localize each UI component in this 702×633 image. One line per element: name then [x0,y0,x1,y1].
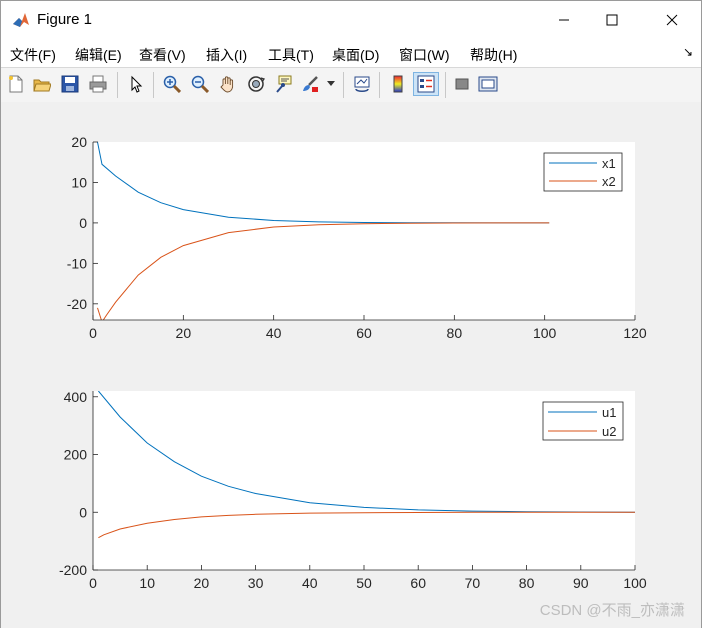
figure-window: Figure 1 文件(F) 编辑(E) 查看(V) 插入(I) 工具(T) 桌… [0,0,702,628]
x-tick-label: 40 [266,325,282,341]
x-tick-label: 100 [533,325,557,341]
x-tick-label: 20 [176,325,192,341]
y-tick-label: 0 [79,215,87,231]
window-title: Figure 1 [37,11,93,28]
menu-bar: 文件(F) 编辑(E) 查看(V) 插入(I) 工具(T) 桌面(D) 窗口(W… [1,39,701,67]
menu-help[interactable]: 帮助(H) [470,45,517,65]
brush-dropdown-icon[interactable] [325,73,337,95]
menu-view[interactable]: 查看(V) [139,45,186,65]
toolbar-separator [445,72,446,98]
y-tick-label: 10 [71,174,87,190]
toolbar-separator [153,72,154,98]
watermark: CSDN @不雨_亦潇潇 [539,602,685,619]
menu-file[interactable]: 文件(F) [10,45,56,65]
y-tick-label: -20 [67,296,87,312]
x-tick-label: 60 [410,575,426,591]
y-tick-label: 400 [64,389,88,405]
toolbar-separator [343,72,344,98]
menu-edit[interactable]: 编辑(E) [75,45,122,65]
x-tick-label: 100 [623,575,647,591]
zoom-out-icon[interactable] [189,73,211,95]
legend-top[interactable]: x1 x2 [543,152,623,192]
x-tick-label: 70 [465,575,481,591]
x-tick-label: 10 [139,575,155,591]
link-plot-icon[interactable] [351,73,373,95]
legend-x2-label: x2 [602,174,616,189]
legend-x1-label: x1 [602,156,616,171]
x-tick-label: 80 [447,325,463,341]
maximize-icon [606,14,618,26]
colorbar-icon[interactable] [387,73,409,95]
brush-icon[interactable] [299,73,321,95]
legend-icon[interactable] [413,72,439,96]
menu-window[interactable]: 窗口(W) [399,45,450,65]
pointer-icon[interactable] [125,73,147,95]
minimize-button[interactable] [541,1,587,39]
axes-bottom[interactable]: 0 10 20 30 40 50 60 70 80 90 100-2000200400 u1 u2 [59,389,647,591]
new-figure-icon[interactable] [5,73,27,95]
x-tick-label: 20 [194,575,210,591]
hide-plot-tools-icon[interactable] [451,73,473,95]
y-tick-label: 20 [71,134,87,150]
x-tick-label: 80 [519,575,535,591]
title-bar: Figure 1 [1,1,701,39]
zoom-in-icon[interactable] [161,73,183,95]
print-icon[interactable] [87,73,109,95]
x-tick-label: 0 [89,575,97,591]
show-plot-tools-icon[interactable] [477,73,499,95]
legend-bottom[interactable]: u1 u2 [542,401,624,441]
toolbar [1,67,701,103]
y-tick-label: 200 [64,447,88,463]
data-cursor-icon[interactable] [273,73,295,95]
legend-u2-label: u2 [602,424,616,439]
menu-tools[interactable]: 工具(T) [268,45,314,65]
x-tick-label: 0 [89,325,97,341]
close-button[interactable] [649,1,695,39]
menu-insert[interactable]: 插入(I) [206,45,247,65]
minimize-icon [559,19,569,21]
x-tick-label: 60 [356,325,372,341]
y-tick-label: -10 [67,255,87,271]
maximize-button[interactable] [589,1,635,39]
x-tick-label: 30 [248,575,264,591]
legend-u1-label: u1 [602,405,616,420]
rotate-3d-icon[interactable] [245,73,267,95]
save-icon[interactable] [59,73,81,95]
matlab-logo-icon [11,10,31,30]
axes-top[interactable]: 0 20 40 60 80 100 120 -20 -10 0 10 20 x1 x2 [67,134,647,341]
x-tick-label: 90 [573,575,589,591]
y-tick-label: -200 [59,562,87,578]
figure-canvas: 0 20 40 60 80 100 120 -20 -10 0 10 20 x1 x2 0 10 20 30… [1,102,701,628]
menu-overflow-icon[interactable]: ↘ [683,45,693,59]
pan-icon[interactable] [217,73,239,95]
x-tick-label: 40 [302,575,318,591]
y-tick-label: 0 [79,504,87,520]
plots-svg: 0 20 40 60 80 100 120 -20 -10 0 10 20 x1 x2 0 10 20 30… [59,134,647,591]
menu-desktop[interactable]: 桌面(D) [332,45,379,65]
close-icon [666,14,678,26]
toolbar-separator [379,72,380,98]
toolbar-separator [117,72,118,98]
x-tick-label: 50 [356,575,372,591]
x-tick-label: 120 [623,325,647,341]
open-icon[interactable] [31,73,53,95]
